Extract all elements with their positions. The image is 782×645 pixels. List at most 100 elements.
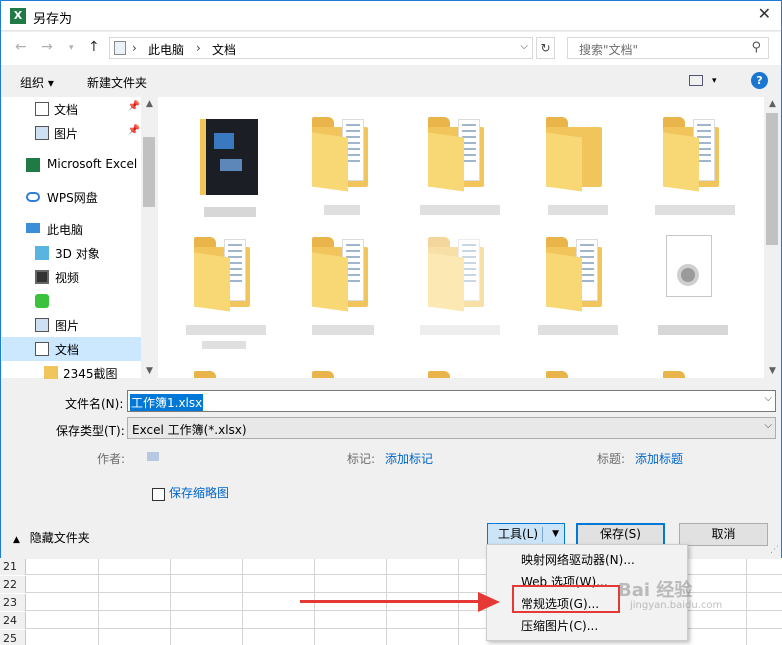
folder-icon[interactable] <box>420 235 500 335</box>
window-title: 另存为 <box>33 12 73 27</box>
sidebar-item-videos[interactable]: 视频 <box>2 265 142 289</box>
sidebar-item-label: Microsoft Excel <box>47 157 138 171</box>
address-bar[interactable]: › 此电脑 › 文档 ⌵ <box>109 37 533 59</box>
annotation-arrow <box>300 600 480 603</box>
file-list-scrollbar[interactable]: ▲ ▼ <box>764 97 781 378</box>
filename-input[interactable]: 工作簿1.xlsx ⌵ <box>127 390 776 412</box>
chevron-down-icon[interactable]: ⌵ <box>764 393 772 404</box>
folder-icon[interactable] <box>546 115 608 215</box>
sidebar-item-microsoft-excel[interactable]: Microsoft Excel <box>2 153 142 177</box>
save-form: 文件名(N): 工作簿1.xlsx ⌵ 保存类型(T): Excel 工作簿(*… <box>1 379 781 559</box>
save-button[interactable]: 保存(S) <box>576 523 665 546</box>
chevron-down-icon[interactable]: ⌵ <box>764 420 772 431</box>
folder-icon[interactable] <box>312 115 372 215</box>
sidebar-item-wps[interactable] <box>2 289 142 313</box>
close-icon[interactable]: ✕ <box>758 4 771 23</box>
folder-icon[interactable] <box>194 369 254 378</box>
filetype-select[interactable]: Excel 工作簿(*.xlsx) ⌵ <box>127 417 776 439</box>
cloud-icon <box>26 192 40 202</box>
video-icon <box>35 270 49 284</box>
save-thumbnail-label[interactable]: 保存缩略图 <box>169 484 229 501</box>
folder-icon[interactable] <box>428 369 488 378</box>
image-folder-thumbnail[interactable] <box>200 119 258 195</box>
save-as-dialog: X 另存为 ✕ ← → ▾ ↑ › 此电脑 › 文档 ⌵ ↻ 搜索"文档" ⚲ … <box>0 0 782 559</box>
scroll-up-icon[interactable]: ▲ <box>764 99 781 109</box>
pin-icon: 📌 <box>127 125 140 136</box>
excel-icon <box>26 158 40 172</box>
sidebar-item-label: 此电脑 <box>47 223 84 237</box>
view-options-icon[interactable] <box>689 75 703 86</box>
picture-icon <box>35 318 49 332</box>
row-header: 25 <box>0 630 26 645</box>
row-header: 22 <box>0 576 26 593</box>
author-value[interactable] <box>147 452 159 461</box>
chevron-down-icon[interactable]: ⌵ <box>520 41 528 52</box>
refresh-icon[interactable]: ↻ <box>536 37 555 59</box>
up-arrow-icon[interactable]: ↑ <box>88 39 100 55</box>
folder-icon[interactable] <box>312 235 374 335</box>
title-bar: X 另存为 ✕ <box>1 1 781 31</box>
search-icon[interactable]: ⚲ <box>751 40 761 55</box>
sidebar-item-label: 文档 <box>54 103 79 117</box>
folder-icon[interactable] <box>546 369 606 378</box>
folder-icon[interactable] <box>663 369 723 378</box>
breadcrumb-current[interactable]: 文档 <box>212 41 236 58</box>
tools-label: 工具(L) <box>498 527 539 541</box>
sidebar-item-3d-objects[interactable]: 3D 对象 <box>2 241 142 265</box>
sidebar-item-documents[interactable]: 文档 <box>2 337 142 361</box>
sidebar-item-this-pc[interactable]: 此电脑 <box>2 217 142 241</box>
scroll-down-icon[interactable]: ▼ <box>764 366 781 376</box>
menu-item-compress-pictures[interactable]: 压缩图片(C)... <box>487 615 687 637</box>
command-toolbar: 组织 ▾ 新建文件夹 ▾ ? <box>1 65 781 97</box>
view-chevron-icon[interactable]: ▾ <box>712 76 717 86</box>
sidebar-item-pictures[interactable]: 图片 <box>2 313 142 337</box>
organize-button[interactable]: 组织 ▾ <box>20 74 54 91</box>
sidebar-item-label: WPS网盘 <box>47 191 98 205</box>
back-arrow-icon[interactable]: ← <box>15 39 27 55</box>
sidebar-scrollbar[interactable]: ▲ ▼ <box>141 97 158 378</box>
cancel-button[interactable]: 取消 <box>679 523 768 546</box>
sidebar-item-label: 3D 对象 <box>55 247 100 261</box>
row-header: 24 <box>0 612 26 629</box>
settings-file-icon[interactable] <box>666 235 712 297</box>
watermark-url: jingyan.baidu.com <box>630 600 723 611</box>
navigation-pane: 文档 📌 图片 📌 Microsoft Excel WPS网盘 此电脑 3D 对… <box>2 97 158 381</box>
folder-icon[interactable] <box>655 115 735 215</box>
folder-icon[interactable] <box>186 235 266 349</box>
tools-button[interactable]: 工具(L) ▼ <box>487 523 565 546</box>
folder-icon[interactable] <box>312 369 372 378</box>
help-icon[interactable]: ? <box>751 72 768 89</box>
chevron-up-icon: ▲ <box>13 535 20 545</box>
recent-chevron-icon[interactable]: ▾ <box>69 43 74 53</box>
new-folder-button[interactable]: 新建文件夹 <box>87 74 147 91</box>
add-title-link[interactable]: 添加标题 <box>635 450 683 467</box>
scroll-down-icon[interactable]: ▼ <box>141 366 158 376</box>
scroll-up-icon[interactable]: ▲ <box>141 99 158 109</box>
resize-grip[interactable]: ⋰ <box>770 545 779 555</box>
save-thumbnail-checkbox[interactable] <box>152 488 165 501</box>
search-input[interactable]: 搜索"文档" ⚲ <box>567 37 769 59</box>
scroll-thumb[interactable] <box>766 113 778 245</box>
folder-icon[interactable] <box>420 115 500 215</box>
annotation-arrow-head <box>478 592 500 612</box>
breadcrumb-root[interactable]: 此电脑 <box>148 41 184 58</box>
sidebar-item-documents-pinned[interactable]: 文档 📌 <box>2 97 142 121</box>
forward-arrow-icon[interactable]: → <box>41 39 53 55</box>
scroll-thumb[interactable] <box>143 137 155 207</box>
filename-value[interactable]: 工作簿1.xlsx <box>130 394 204 411</box>
sidebar-item-pictures-pinned[interactable]: 图片 📌 <box>2 121 142 145</box>
hide-folders-label: 隐藏文件夹 <box>29 531 90 545</box>
navigation-bar: ← → ▾ ↑ › 此电脑 › 文档 ⌵ ↻ 搜索"文档" ⚲ <box>1 32 781 65</box>
sidebar-item-wps-cloud[interactable]: WPS网盘 <box>2 185 142 209</box>
computer-icon <box>26 223 40 233</box>
3d-objects-icon <box>35 246 49 260</box>
row-header: 21 <box>0 558 26 575</box>
excel-app-icon: X <box>10 8 26 24</box>
folder-icon[interactable] <box>538 235 618 335</box>
highlight-box <box>512 585 620 613</box>
folder-icon <box>44 366 58 380</box>
add-tags-link[interactable]: 添加标记 <box>385 450 433 467</box>
hide-folders-button[interactable]: ▲ 隐藏文件夹 <box>13 529 90 546</box>
document-icon <box>35 102 49 116</box>
menu-item-map-network-drive[interactable]: 映射网络驱动器(N)... <box>487 549 687 571</box>
